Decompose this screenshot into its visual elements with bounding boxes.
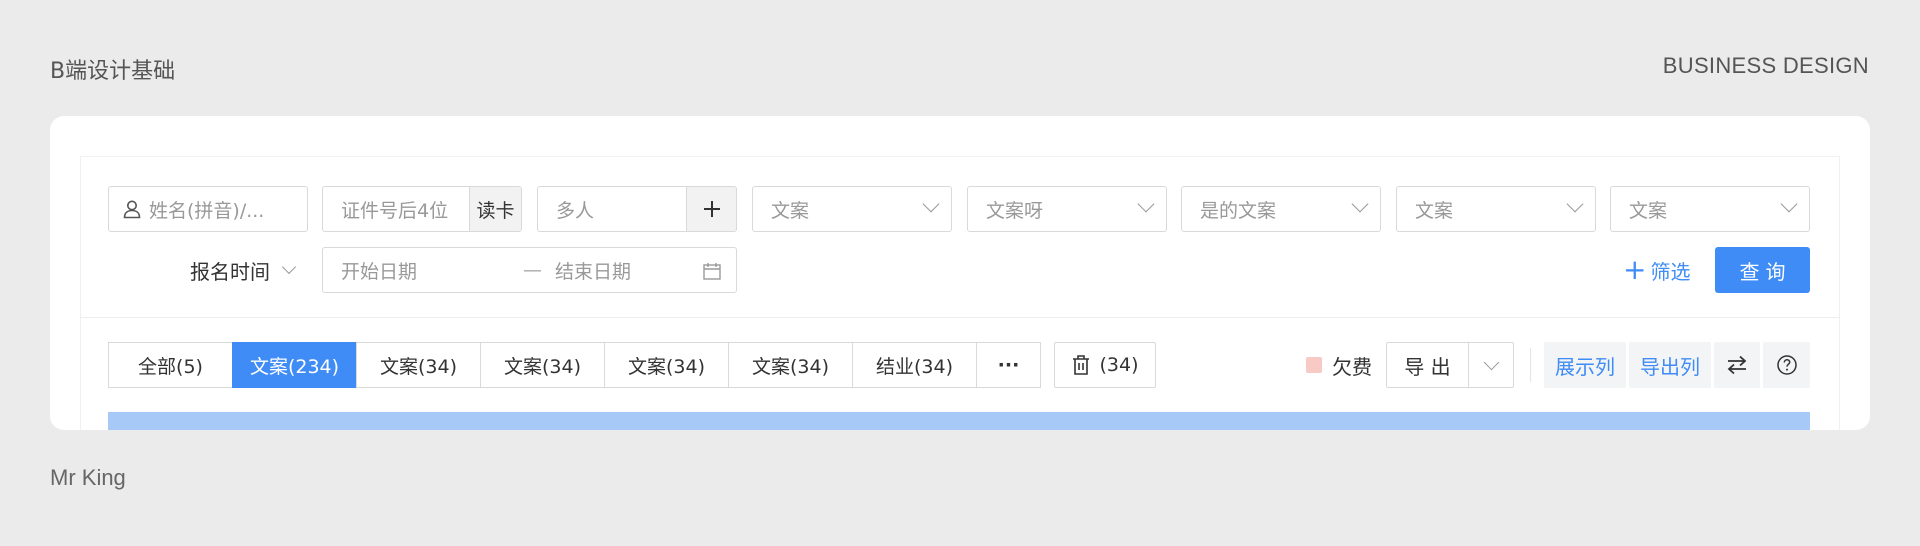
chevron-down-icon <box>1566 195 1584 213</box>
tab-5[interactable]: 文案(34) <box>604 342 729 388</box>
top-divider <box>80 156 1840 157</box>
owe-badge <box>1306 357 1322 373</box>
tab-label: 文案(34) <box>379 355 457 378</box>
tab-6[interactable]: 文案(34) <box>728 342 853 388</box>
section-divider <box>80 317 1840 318</box>
trash-tab[interactable]: (34) <box>1054 342 1156 388</box>
export-columns-label: 导出列 <box>1640 354 1700 379</box>
tab-label: 结业(34) <box>875 355 953 378</box>
name-search-placeholder: 姓名(拼音)/... <box>149 199 265 222</box>
chevron-down-icon <box>1351 195 1369 213</box>
tab-active[interactable]: 文案(234) <box>232 342 357 388</box>
filter-panel-card: 姓名(拼音)/... 证件号后4位 读卡 多人 文案 文案呀 是的文案 文案 文… <box>50 116 1870 430</box>
chevron-down-icon <box>1137 195 1155 213</box>
add-person-button[interactable] <box>686 187 736 231</box>
date-range-separator: — <box>523 259 542 281</box>
trash-count: (34) <box>1099 354 1139 376</box>
owe-label: 欠费 <box>1332 354 1372 379</box>
calendar-icon <box>703 263 721 280</box>
id-number-input[interactable]: 证件号后4位 读卡 <box>322 186 522 232</box>
swap-button[interactable] <box>1714 342 1760 388</box>
tab-more[interactable]: ··· <box>976 342 1041 388</box>
trash-icon <box>1073 355 1090 375</box>
tab-label: 文案(234) <box>249 355 340 378</box>
right-edge-line <box>1839 156 1840 430</box>
toolbar-divider <box>1530 348 1531 382</box>
export-label: 导 出 <box>1404 354 1451 379</box>
chevron-down-icon <box>922 195 940 213</box>
select-4-value: 文案 <box>1415 199 1454 222</box>
select-1[interactable]: 文案 <box>752 186 952 232</box>
export-split-button[interactable]: 导 出 <box>1386 342 1514 388</box>
plus-icon <box>703 201 720 217</box>
export-dropdown-toggle[interactable] <box>1469 343 1513 387</box>
start-date-placeholder[interactable]: 开始日期 <box>323 257 417 284</box>
select-2-value: 文案呀 <box>986 199 1044 222</box>
date-type-label: 报名时间 <box>190 259 270 284</box>
end-date-placeholder[interactable]: 结束日期 <box>555 257 631 284</box>
plus-icon: + <box>1623 253 1647 286</box>
multi-person-input[interactable]: 多人 <box>537 186 737 232</box>
export-columns-button[interactable]: 导出列 <box>1629 342 1711 388</box>
tab-label: 文案(34) <box>751 355 829 378</box>
select-1-value: 文案 <box>771 199 810 222</box>
tab-4[interactable]: 文案(34) <box>480 342 605 388</box>
show-columns-label: 展示列 <box>1555 354 1615 379</box>
read-card-button[interactable]: 读卡 <box>469 187 521 231</box>
more-icon: ··· <box>997 354 1020 376</box>
date-range-picker[interactable]: 开始日期 — 结束日期 <box>322 247 737 293</box>
select-5[interactable]: 文案 <box>1610 186 1810 232</box>
page-header-brand: BUSINESS DESIGN <box>1662 53 1869 78</box>
id-number-placeholder: 证件号后4位 <box>341 199 449 222</box>
left-edge-line <box>80 156 81 430</box>
query-button[interactable]: 查询 <box>1715 247 1810 293</box>
tab-label: 全部(5) <box>138 355 203 378</box>
tab-label: 文案(34) <box>627 355 705 378</box>
select-3-value: 是的文案 <box>1200 199 1277 222</box>
select-3[interactable]: 是的文案 <box>1181 186 1381 232</box>
filter-button-label: 筛选 <box>1650 259 1691 284</box>
table-header-bar <box>108 412 1810 430</box>
select-4[interactable]: 文案 <box>1396 186 1596 232</box>
owe-toggle[interactable]: 欠费 <box>1306 342 1372 388</box>
user-icon <box>123 200 141 219</box>
query-button-label: 查询 <box>1739 259 1792 284</box>
export-button[interactable]: 导 出 <box>1387 343 1469 387</box>
chevron-down-icon <box>1780 195 1798 213</box>
select-2[interactable]: 文案呀 <box>967 186 1167 232</box>
name-search-input[interactable]: 姓名(拼音)/... <box>108 186 308 232</box>
help-button[interactable] <box>1763 342 1810 388</box>
tab-all[interactable]: 全部(5) <box>108 342 233 388</box>
help-icon <box>1776 355 1797 375</box>
tab-3[interactable]: 文案(34) <box>356 342 481 388</box>
chevron-down-icon <box>1483 354 1499 370</box>
swap-icon <box>1727 355 1747 375</box>
footer-author: Mr King <box>50 465 126 490</box>
select-5-value: 文案 <box>1629 199 1668 222</box>
date-type-select[interactable]: 报名时间 <box>190 247 310 293</box>
filter-button[interactable]: + 筛选 <box>1623 247 1690 293</box>
tab-label: 文案(34) <box>503 355 581 378</box>
chevron-down-icon <box>281 259 297 275</box>
show-columns-button[interactable]: 展示列 <box>1544 342 1626 388</box>
read-card-label: 读卡 <box>476 199 515 222</box>
multi-person-placeholder: 多人 <box>556 199 595 222</box>
tab-graduated[interactable]: 结业(34) <box>852 342 977 388</box>
page-header-title: B端设计基础 <box>50 59 176 84</box>
